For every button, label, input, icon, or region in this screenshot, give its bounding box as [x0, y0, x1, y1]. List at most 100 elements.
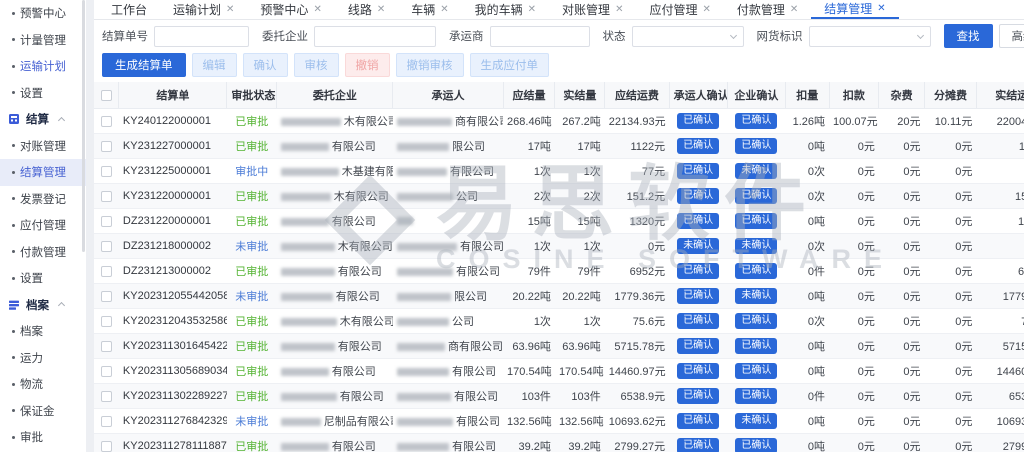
- table-row[interactable]: KY231225000001审批中木基建有限公司有限公司1次1次77元已确认未确…: [94, 159, 1024, 184]
- table-row[interactable]: DZ231218000002未审批木有限公司有限公司1次1次0元未确认未确认0次…: [94, 234, 1024, 259]
- table-row[interactable]: KY2023113016454224已审批有限公司商有限公司63.96吨63.9…: [94, 334, 1024, 359]
- close-icon[interactable]: ✕: [528, 4, 536, 15]
- sidebar-item-付款管理[interactable]: 付款管理: [0, 239, 86, 266]
- sidebar-item-对账管理[interactable]: 对账管理: [0, 133, 86, 160]
- toolbar-button-生成结算单[interactable]: 生成结算单: [102, 53, 186, 77]
- 状态-select[interactable]: [632, 26, 744, 47]
- toolbar-button-审核[interactable]: 审核: [294, 53, 339, 77]
- confirmed-badge[interactable]: 已确认: [677, 288, 719, 304]
- confirmed-badge[interactable]: 已确认: [677, 388, 719, 404]
- select-all-checkbox[interactable]: [101, 90, 112, 101]
- confirmed-badge[interactable]: 已确认: [735, 438, 777, 452]
- unconfirmed-badge[interactable]: 未确认: [735, 288, 777, 304]
- row-checkbox[interactable]: [101, 441, 112, 452]
- table-row[interactable]: DZ231213000002已审批有限公司有限公司79件79件6952元已确认已…: [94, 259, 1024, 284]
- confirmed-badge[interactable]: 已确认: [677, 313, 719, 329]
- confirmed-badge[interactable]: 已确认: [735, 338, 777, 354]
- tab-应付管理[interactable]: 应付管理✕: [636, 0, 723, 19]
- tab-工作台[interactable]: 工作台: [98, 0, 160, 19]
- unconfirmed-badge[interactable]: 未确认: [677, 238, 719, 254]
- confirmed-badge[interactable]: 已确认: [677, 338, 719, 354]
- unconfirmed-badge[interactable]: 未确认: [735, 238, 777, 254]
- confirmed-badge[interactable]: 已确认: [677, 438, 719, 452]
- row-checkbox[interactable]: [101, 241, 112, 252]
- sidebar-item-设置[interactable]: 设置: [0, 80, 86, 107]
- confirmed-badge[interactable]: 已确认: [735, 188, 777, 204]
- close-icon[interactable]: ✕: [377, 4, 385, 15]
- sidebar-item-保证金[interactable]: 保证金: [0, 398, 86, 425]
- tab-车辆[interactable]: 车辆✕: [398, 0, 461, 19]
- 网货标识-select[interactable]: [809, 26, 931, 47]
- table-row[interactable]: KY2023113022892276已审批有限公司有限公司103件103件653…: [94, 384, 1024, 409]
- sidebar-item-预警中心[interactable]: 预警中心: [0, 0, 86, 27]
- confirmed-badge[interactable]: 已确认: [735, 213, 777, 229]
- toolbar-button-撤销[interactable]: 撤销: [345, 53, 390, 77]
- confirmed-badge[interactable]: 已确认: [735, 263, 777, 279]
- unconfirmed-badge[interactable]: 未确认: [735, 163, 777, 179]
- unconfirmed-badge[interactable]: 未确认: [735, 413, 777, 429]
- toolbar-button-确认[interactable]: 确认: [243, 53, 288, 77]
- tab-运输计划[interactable]: 运输计划✕: [160, 0, 247, 19]
- sidebar-item-档案[interactable]: 档案: [0, 318, 86, 345]
- confirmed-badge[interactable]: 已确认: [735, 363, 777, 379]
- confirmed-badge[interactable]: 已确认: [735, 313, 777, 329]
- table-row[interactable]: KY2023120435325869已审批木有限公司公司1次1次75.6元已确认…: [94, 309, 1024, 334]
- confirmed-badge[interactable]: 已确认: [677, 263, 719, 279]
- tab-我的车辆[interactable]: 我的车辆✕: [462, 0, 549, 19]
- tab-对账管理[interactable]: 对账管理✕: [549, 0, 636, 19]
- table-row[interactable]: KY240122000001已审批木有限公司商有限公司268.46吨267.2吨…: [94, 109, 1024, 134]
- search-button[interactable]: 查找: [944, 24, 993, 48]
- confirmed-badge[interactable]: 已确认: [677, 413, 719, 429]
- table-row[interactable]: KY2023113056890348已审批有限公司有限公司170.54吨170.…: [94, 359, 1024, 384]
- table-row[interactable]: KY231227000001已审批有限公司限公司17吨17吨1122元已确认已确…: [94, 134, 1024, 159]
- table-row[interactable]: KY2023112781118879已审批有限公司有限公司39.2吨39.2吨2…: [94, 434, 1024, 452]
- 结算单号-input[interactable]: [154, 26, 249, 47]
- confirmed-badge[interactable]: 已确认: [677, 188, 719, 204]
- close-icon[interactable]: ✕: [226, 4, 234, 15]
- tab-付款管理[interactable]: 付款管理✕: [724, 0, 811, 19]
- sidebar-section-档案[interactable]: 档案: [0, 292, 86, 319]
- confirmed-badge[interactable]: 已确认: [677, 363, 719, 379]
- confirmed-badge[interactable]: 已确认: [735, 138, 777, 154]
- confirmed-badge[interactable]: 已确认: [677, 113, 719, 129]
- close-icon[interactable]: ✕: [313, 4, 321, 15]
- row-checkbox[interactable]: [101, 166, 112, 177]
- confirmed-badge[interactable]: 已确认: [677, 163, 719, 179]
- confirmed-badge[interactable]: 已确认: [677, 138, 719, 154]
- sidebar-item-物流[interactable]: 物流: [0, 371, 86, 398]
- sidebar-item-审批[interactable]: 审批: [0, 424, 86, 451]
- confirmed-badge[interactable]: 已确认: [735, 388, 777, 404]
- row-checkbox[interactable]: [101, 141, 112, 152]
- row-checkbox[interactable]: [101, 266, 112, 277]
- sidebar-scrollbar[interactable]: [82, 0, 85, 252]
- sidebar-item-结算管理[interactable]: 结算管理: [0, 159, 86, 186]
- table-row[interactable]: KY2023112768423292未审批尼制品有限公司有限公司132.56吨1…: [94, 409, 1024, 434]
- table-row[interactable]: KY231220000001已审批木有限公司公司2次2次151.2元已确认已确认…: [94, 184, 1024, 209]
- tab-线路[interactable]: 线路✕: [335, 0, 398, 19]
- row-checkbox[interactable]: [101, 316, 112, 327]
- sidebar-item-应付管理[interactable]: 应付管理: [0, 212, 86, 239]
- close-icon[interactable]: ✕: [790, 4, 798, 15]
- row-checkbox[interactable]: [101, 391, 112, 402]
- sidebar-item-计量管理[interactable]: 计量管理: [0, 27, 86, 54]
- table-row[interactable]: KY2023120554420585未审批有限公司限公司20.22吨20.22吨…: [94, 284, 1024, 309]
- close-icon[interactable]: ✕: [440, 4, 448, 15]
- confirmed-badge[interactable]: 已确认: [735, 113, 777, 129]
- confirmed-badge[interactable]: 已确认: [677, 213, 719, 229]
- tab-预警中心[interactable]: 预警中心✕: [247, 0, 334, 19]
- close-icon[interactable]: ✕: [615, 4, 623, 15]
- 承运商-input[interactable]: [490, 26, 590, 47]
- row-checkbox[interactable]: [101, 366, 112, 377]
- row-checkbox[interactable]: [101, 216, 112, 227]
- row-checkbox[interactable]: [101, 416, 112, 427]
- tab-结算管理[interactable]: 结算管理✕: [811, 0, 898, 19]
- sidebar-item-设置[interactable]: 设置: [0, 265, 86, 292]
- row-checkbox[interactable]: [101, 341, 112, 352]
- close-icon[interactable]: ✕: [702, 4, 710, 15]
- sidebar-item-运力[interactable]: 运力: [0, 345, 86, 372]
- row-checkbox[interactable]: [101, 291, 112, 302]
- advanced-button[interactable]: 高级: [999, 24, 1024, 48]
- close-icon[interactable]: ✕: [877, 3, 885, 14]
- table-row[interactable]: DZ231220000001已审批有限公司15吨15吨1320元已确认已确认0吨…: [94, 209, 1024, 234]
- toolbar-button-生成应付单[interactable]: 生成应付单: [470, 53, 550, 77]
